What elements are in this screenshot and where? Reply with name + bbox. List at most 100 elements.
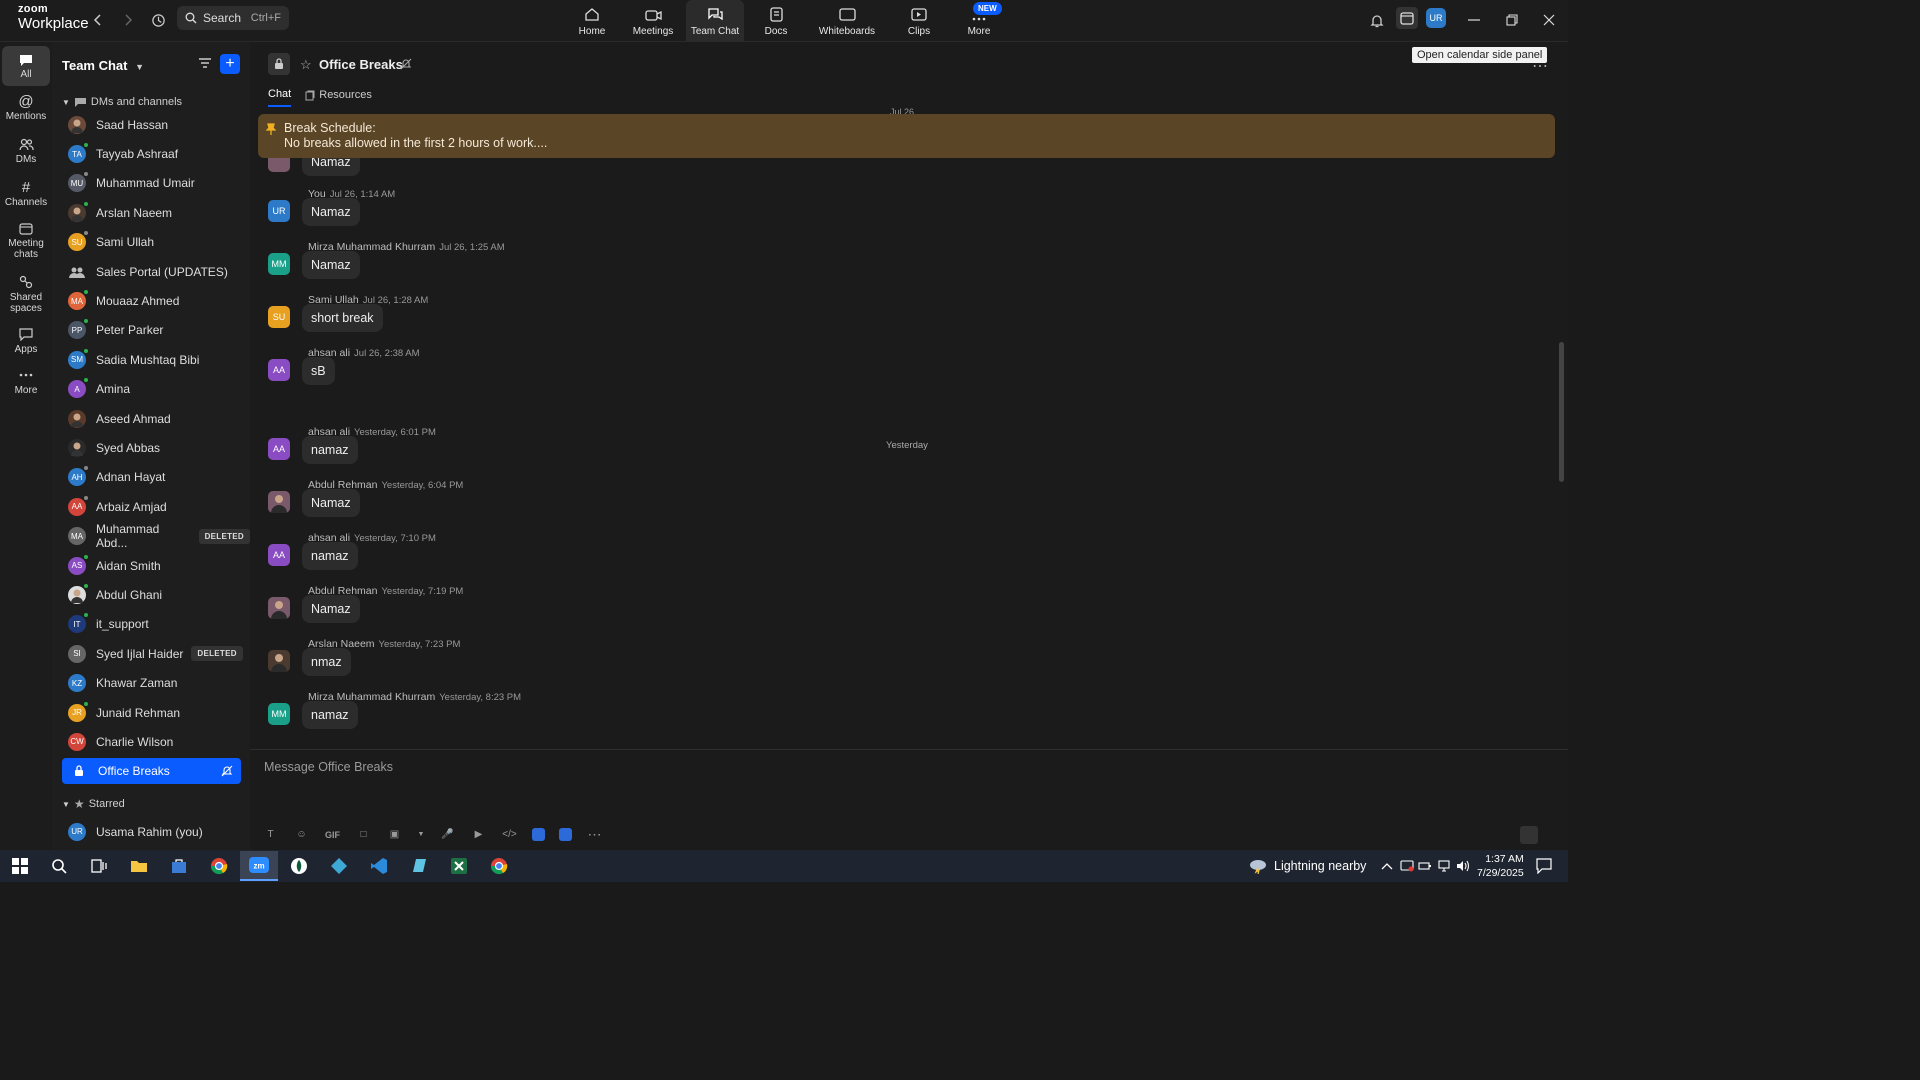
sidebar-contact[interactable]: IT it_support — [52, 610, 250, 639]
weather-lightning-icon[interactable] — [1247, 856, 1269, 876]
more-options-icon[interactable]: ⋯ — [586, 826, 603, 843]
sidebar-contact[interactable]: Aseed Ahmad — [52, 404, 250, 433]
message-text[interactable]: nmaz — [302, 648, 351, 676]
user-avatar[interactable]: UR — [1426, 8, 1446, 28]
chevron-down-icon[interactable]: ▼ — [417, 826, 425, 843]
gif-icon[interactable]: GIF — [324, 826, 341, 843]
message-text[interactable]: namaz — [302, 701, 358, 729]
avatar[interactable]: AA — [268, 359, 290, 381]
sidebar-contact[interactable]: Saad Hassan — [52, 110, 250, 139]
new-chat-button[interactable]: + — [220, 54, 240, 74]
sidebar-contact[interactable]: SM Sadia Mushtaq Bibi — [52, 345, 250, 374]
muted-bell-icon[interactable] — [400, 57, 412, 75]
message-text[interactable]: Namaz — [302, 251, 360, 279]
sidebar-contact[interactable]: TA Tayyab Ashraaf — [52, 139, 250, 168]
message-text[interactable]: Namaz — [302, 198, 360, 226]
zoom-logo[interactable]: zoom Workplace — [18, 4, 89, 32]
nav-team-chat[interactable]: Team Chat — [686, 0, 744, 42]
channel-title[interactable]: Office Breaks — [319, 57, 403, 72]
rail-meeting-chats[interactable]: Meeting chats — [2, 222, 50, 260]
sidebar-title[interactable]: Team Chat ▼ — [62, 58, 144, 73]
notification-center-icon[interactable] — [1533, 856, 1555, 876]
volume-icon[interactable] — [1452, 856, 1474, 876]
star-icon[interactable]: ☆ — [300, 57, 312, 73]
sidebar-contact[interactable]: MA Muhammad Abd... DELETED — [52, 521, 250, 550]
tab-resources[interactable]: Resources — [305, 88, 372, 107]
avatar[interactable]: SU — [268, 306, 290, 328]
message-text[interactable]: namaz — [302, 436, 358, 464]
history-icon[interactable] — [148, 10, 168, 30]
excel-icon[interactable] — [448, 856, 470, 876]
sidebar-contact[interactable]: Arslan Naeem — [52, 198, 250, 227]
file-icon[interactable]: □ — [355, 826, 372, 843]
nav-whiteboards[interactable]: Whiteboards — [815, 0, 879, 42]
video-message-icon[interactable]: ▶ — [470, 826, 487, 843]
windows-start-icon[interactable] — [9, 856, 31, 876]
message-text[interactable]: sB — [302, 357, 335, 385]
rail-shared-spaces[interactable]: Shared spaces — [2, 275, 50, 314]
rail-mentions[interactable]: @ Mentions — [2, 94, 50, 122]
restore-icon[interactable] — [1502, 10, 1522, 30]
microphone-icon[interactable]: 🎤 — [439, 826, 456, 843]
app-icon[interactable] — [328, 856, 350, 876]
send-button[interactable] — [1520, 826, 1538, 844]
sidebar-contact[interactable]: CW Charlie Wilson — [52, 727, 250, 756]
section-starred[interactable]: ▼ ★ Starred — [62, 797, 125, 811]
zoom-taskbar-icon[interactable]: zm — [240, 851, 278, 881]
sidebar-contact[interactable]: JR Junaid Rehman — [52, 698, 250, 727]
back-arrow-icon[interactable] — [88, 10, 108, 30]
nav-clips[interactable]: Clips — [902, 0, 936, 42]
chrome-icon[interactable] — [488, 856, 510, 876]
message-text[interactable]: namaz — [302, 542, 358, 570]
rail-channels[interactable]: # Channels — [2, 180, 50, 208]
sidebar-contact[interactable]: KZ Khawar Zaman — [52, 668, 250, 697]
pinned-message[interactable]: Break Schedule: No breaks allowed in the… — [258, 114, 1555, 158]
chrome-icon[interactable] — [208, 856, 230, 876]
file-explorer-icon[interactable] — [128, 856, 150, 876]
nav-docs[interactable]: Docs — [760, 0, 792, 42]
rail-dms[interactable]: DMs — [2, 138, 50, 166]
app-icon[interactable] — [559, 828, 572, 841]
code-icon[interactable]: </> — [501, 826, 518, 843]
sidebar-contact[interactable]: SI Syed Ijlal Haider DELETED — [52, 639, 250, 668]
screenshot-icon[interactable]: ▣ — [386, 826, 403, 843]
sidebar-contact[interactable]: Syed Abbas — [52, 433, 250, 462]
message-text[interactable]: Namaz — [302, 489, 360, 517]
sidebar-contact[interactable]: MA Mouaaz Ahmed — [52, 286, 250, 315]
emoji-icon[interactable]: ☺ — [293, 826, 310, 843]
calendar-side-panel-icon[interactable] — [1396, 7, 1418, 29]
avatar[interactable] — [268, 597, 290, 619]
search-icon[interactable] — [48, 856, 70, 876]
search-box[interactable]: Search Ctrl+F — [177, 6, 289, 30]
avatar[interactable]: AA — [268, 544, 290, 566]
sidebar-contact[interactable]: Sales Portal (UPDATES) — [52, 257, 250, 286]
rail-more[interactable]: More — [2, 372, 50, 397]
notifications-bell-icon[interactable] — [1367, 10, 1387, 30]
nav-more[interactable]: NEW More — [962, 0, 1002, 42]
vscode-icon[interactable] — [368, 856, 390, 876]
sidebar-contact[interactable]: AA Arbaiz Amjad — [52, 492, 250, 521]
chevron-up-icon[interactable] — [1376, 856, 1398, 876]
starred-self[interactable]: UR Usama Rahim (you) — [52, 817, 250, 846]
app-icon[interactable] — [288, 856, 310, 876]
close-icon[interactable] — [1539, 10, 1559, 30]
avatar[interactable]: MM — [268, 703, 290, 725]
forward-arrow-icon[interactable] — [118, 10, 138, 30]
rail-apps[interactable]: Apps — [2, 328, 50, 356]
sidebar-contact[interactable]: AS Aidan Smith — [52, 551, 250, 580]
weather-text[interactable]: Lightning nearby — [1274, 859, 1366, 873]
message-text[interactable]: Namaz — [302, 595, 360, 623]
app-icon[interactable] — [532, 828, 545, 841]
format-text-icon[interactable]: T — [262, 826, 279, 843]
sidebar-contact[interactable]: SU Sami Ullah — [52, 228, 250, 257]
avatar[interactable]: UR — [268, 200, 290, 222]
task-view-icon[interactable] — [88, 856, 110, 876]
message-input[interactable]: Message Office Breaks — [264, 760, 393, 774]
system-clock[interactable]: 1:37 AM 7/29/2025 — [1477, 852, 1524, 880]
section-dms-channels[interactable]: ▼ DMs and channels — [62, 96, 182, 108]
nav-meetings[interactable]: Meetings — [630, 0, 676, 42]
channel-office-breaks[interactable]: Office Breaks — [62, 758, 241, 784]
nav-home[interactable]: Home — [574, 0, 610, 42]
filter-icon[interactable] — [198, 56, 212, 74]
sidebar-contact[interactable]: PP Peter Parker — [52, 316, 250, 345]
